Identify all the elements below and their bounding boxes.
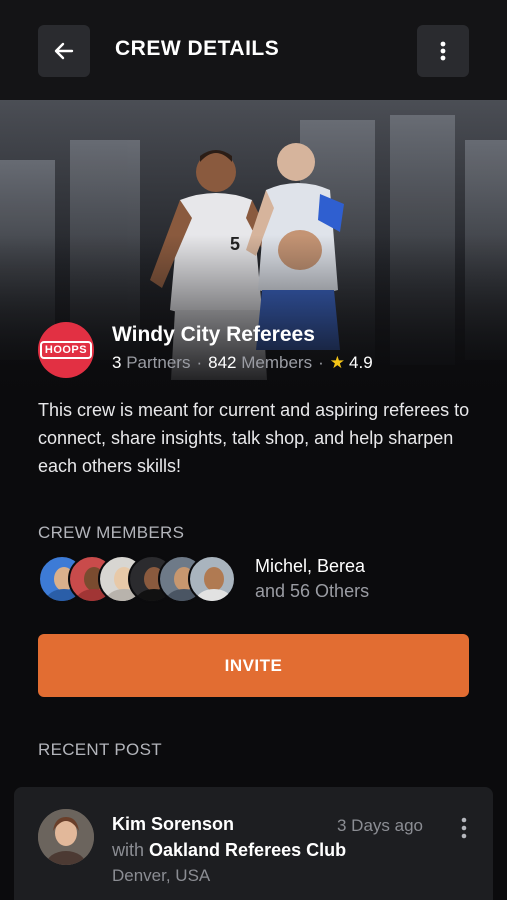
post-timestamp: 3 Days ago: [337, 816, 423, 835]
crew-description: This crew is meant for current and aspir…: [38, 400, 470, 476]
partners-label: Partners: [126, 353, 191, 372]
post-location: Denver, USA: [112, 866, 211, 885]
top-bar: CREW DETAILS: [0, 0, 507, 100]
members-label: Members: [241, 353, 313, 372]
page-title: CREW DETAILS: [115, 37, 280, 60]
post-author[interactable]: Kim Sorenson: [112, 814, 234, 835]
crew-stats: 3 Partners · 842 Members · ★ 4.9: [112, 353, 373, 373]
post-club-link[interactable]: Oakland Referees Club: [149, 840, 346, 860]
post-with-label: with: [112, 840, 145, 860]
star-icon: ★: [329, 353, 346, 372]
members-names: Michel, Berea: [255, 556, 366, 576]
invite-button[interactable]: INVITE: [38, 634, 469, 697]
more-options-button[interactable]: [417, 25, 469, 77]
separator-dot: ·: [318, 353, 324, 372]
avatar[interactable]: [38, 809, 94, 865]
more-vertical-icon: [461, 817, 467, 839]
crew-members-heading: CREW MEMBERS: [38, 523, 185, 542]
partners-count: 3: [112, 353, 122, 372]
post-club-line: with Oakland Referees Club: [112, 840, 346, 861]
more-vertical-icon: [440, 41, 446, 61]
recent-post-card[interactable]: Kim Sorenson 3 Days ago with Oakland Ref…: [14, 787, 493, 900]
arrow-left-icon: [54, 42, 74, 60]
crew-name: Windy City Referees: [112, 323, 315, 346]
crew-logo-text: HOOPS: [39, 341, 93, 359]
post-more-button[interactable]: [454, 815, 474, 841]
crew-logo: HOOPS: [38, 322, 94, 378]
separator-dot: ·: [196, 353, 203, 372]
member-avatar-stack[interactable]: [38, 555, 238, 605]
back-button[interactable]: [38, 25, 90, 77]
members-count: 842: [208, 353, 237, 372]
recent-post-heading: RECENT POST: [38, 740, 162, 759]
members-others-count[interactable]: and 56 Others: [255, 581, 369, 602]
avatar: [188, 555, 236, 603]
crew-rating: 4.9: [349, 353, 373, 372]
